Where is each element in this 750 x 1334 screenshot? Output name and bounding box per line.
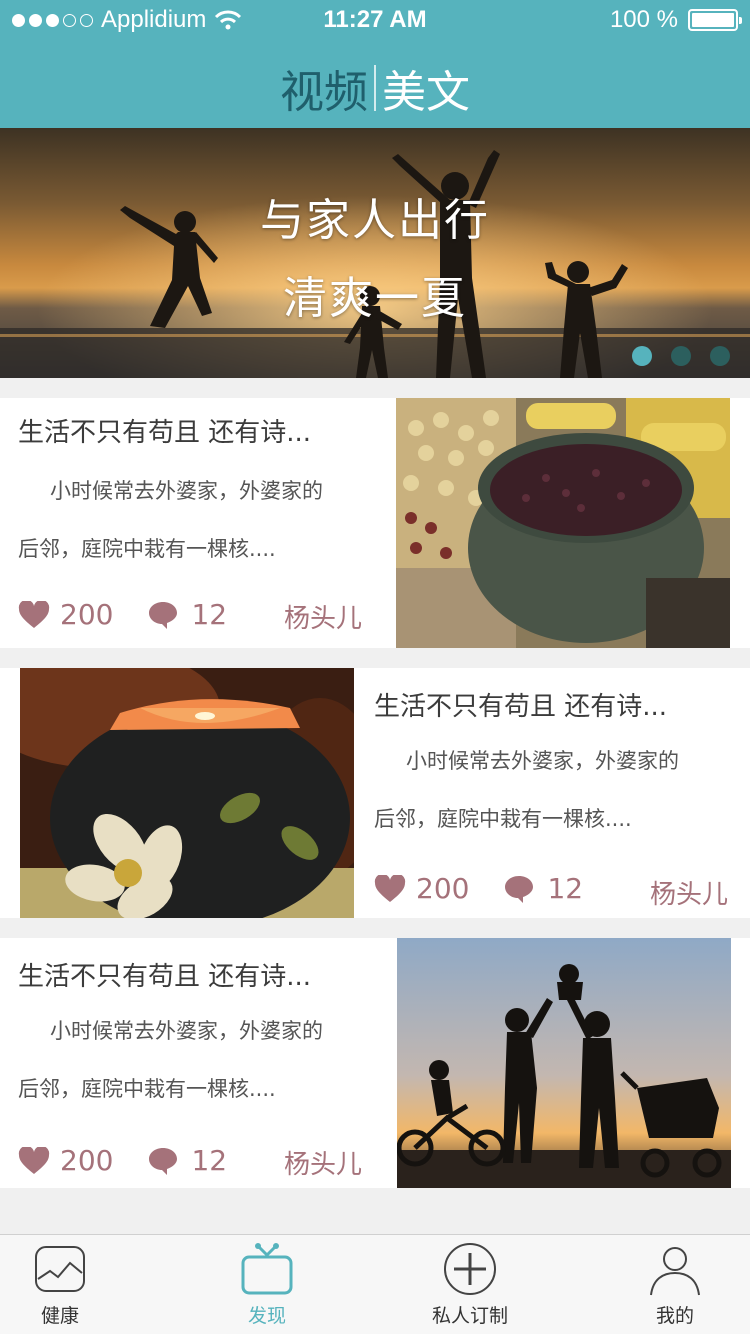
segmented-title: 视频 美文	[0, 56, 750, 120]
article-thumbnail-grains[interactable]	[396, 398, 730, 648]
comment-count: 12	[191, 598, 228, 631]
article-thumbnail-candle[interactable]	[20, 668, 354, 918]
tab-label: 健康	[40, 1305, 79, 1327]
tab-article[interactable]: 美文	[382, 56, 470, 120]
tab-mine[interactable]: 我的	[615, 1235, 735, 1334]
page-dot-1[interactable]	[632, 346, 652, 366]
battery-icon	[688, 9, 742, 31]
navigation-bar: Applidium 11:27 AM 100 % 视频 美文	[0, 0, 750, 128]
article-title: 生活不只有苟且 还有诗...	[374, 692, 668, 722]
banner-page-indicator[interactable]	[632, 346, 730, 366]
tab-video[interactable]: 视频	[280, 56, 368, 120]
tab-health[interactable]: 健康	[0, 1235, 120, 1334]
title-divider	[374, 65, 376, 111]
article-card[interactable]: 生活不只有苟且 还有诗... 小时候常去外婆家，外婆家的 后邻，庭院中栽有一棵核…	[0, 938, 750, 1188]
banner-headline: 与家人出行	[260, 195, 490, 246]
article-excerpt: 小时候常去外婆家，外婆家的 后邻，庭院中栽有一棵核....	[374, 749, 679, 831]
page-dot-3[interactable]	[710, 346, 730, 366]
promo-banner[interactable]: 与家人出行 清爽一夏	[0, 128, 750, 378]
article-author[interactable]: 杨头儿	[284, 1144, 362, 1181]
article-title: 生活不只有苟且 还有诗...	[18, 962, 312, 992]
heart-icon[interactable]	[374, 874, 406, 903]
tab-label: 发现	[247, 1305, 286, 1327]
health-chart-icon	[35, 1246, 85, 1292]
plus-circle-icon	[444, 1243, 496, 1295]
banner-photo-family-jumping	[0, 128, 750, 378]
article-title: 生活不只有苟且 还有诗...	[18, 418, 312, 448]
tab-custom[interactable]: 私人订制	[410, 1235, 530, 1334]
article-stats: 200 12	[374, 872, 617, 905]
article-card[interactable]: 生活不只有苟且 还有诗... 小时候常去外婆家，外婆家的 后邻，庭院中栽有一棵核…	[0, 668, 750, 918]
banner-subheadline: 清爽一夏	[283, 273, 467, 324]
article-excerpt: 小时候常去外婆家，外婆家的 后邻，庭院中栽有一棵核....	[18, 1019, 323, 1101]
tab-bar: 健康 发现 私人订制 我的	[0, 1234, 750, 1334]
article-thumbnail-family[interactable]	[397, 938, 731, 1188]
like-count: 200	[60, 598, 114, 631]
tab-label: 我的	[655, 1305, 694, 1327]
tab-discover[interactable]: 发现	[207, 1235, 327, 1334]
comment-icon[interactable]	[147, 1146, 179, 1176]
battery-percentage: 100 %	[609, 6, 678, 33]
comment-icon[interactable]	[503, 874, 535, 904]
user-icon	[650, 1247, 700, 1296]
article-card[interactable]: 生活不只有苟且 还有诗... 小时候常去外婆家，外婆家的 后邻，庭院中栽有一棵核…	[0, 398, 750, 648]
heart-icon[interactable]	[18, 600, 50, 629]
article-stats: 200 12	[18, 1144, 261, 1177]
comment-icon[interactable]	[147, 600, 179, 630]
article-author[interactable]: 杨头儿	[284, 598, 362, 635]
tv-icon	[241, 1243, 293, 1295]
like-count: 200	[416, 872, 470, 905]
status-bar: Applidium 11:27 AM 100 %	[0, 0, 750, 40]
heart-icon[interactable]	[18, 1146, 50, 1175]
page-dot-2[interactable]	[671, 346, 691, 366]
article-author[interactable]: 杨头儿	[650, 874, 728, 911]
like-count: 200	[60, 1144, 114, 1177]
comment-count: 12	[191, 1144, 228, 1177]
article-stats: 200 12	[18, 598, 261, 631]
tab-label: 私人订制	[431, 1305, 508, 1327]
comment-count: 12	[547, 872, 584, 905]
article-excerpt: 小时候常去外婆家，外婆家的 后邻，庭院中栽有一棵核....	[18, 479, 323, 561]
